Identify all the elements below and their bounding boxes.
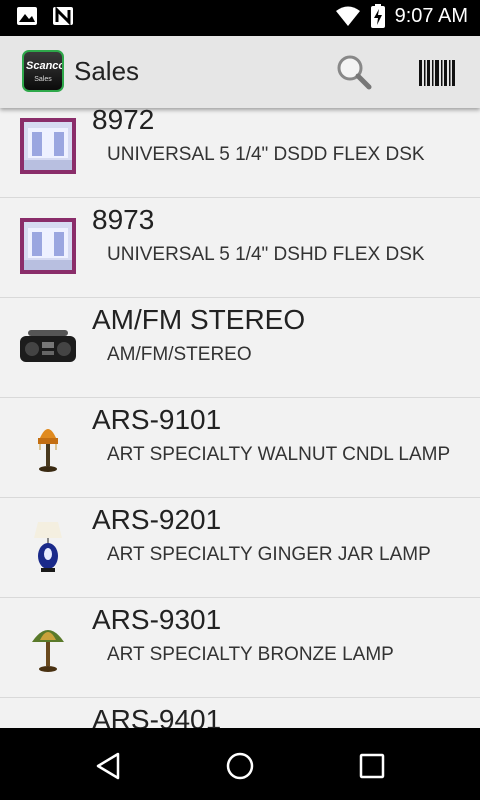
app-logo-subtext: Sales bbox=[34, 76, 52, 83]
item-code: ARS-9301 bbox=[92, 604, 222, 635]
walnut-lamp-icon bbox=[38, 429, 58, 472]
item-code: AM/FM STEREO bbox=[92, 304, 306, 335]
item-description: AM/FM/STEREO bbox=[107, 344, 252, 365]
list-item[interactable]: ARS-9301 ART SPECIALTY BRONZE LAMP bbox=[0, 598, 480, 698]
barcode-scan-button[interactable] bbox=[418, 58, 456, 88]
item-code: 8972 bbox=[92, 108, 155, 135]
item-list: 8972 UNIVERSAL 5 1/4" DSDD FLEX DSK 8973… bbox=[0, 108, 480, 728]
page-title: Sales bbox=[74, 56, 140, 86]
item-code: ARS-9401 bbox=[92, 704, 222, 728]
recents-button[interactable] bbox=[352, 746, 392, 786]
lamp-icon bbox=[20, 718, 76, 728]
list-item[interactable]: AM/FM STEREO AM/FM/STEREO bbox=[0, 298, 480, 398]
floppy-disk-icon bbox=[20, 218, 76, 274]
list-item[interactable]: 8973 UNIVERSAL 5 1/4" DSHD FLEX DSK bbox=[0, 198, 480, 298]
search-icon bbox=[337, 55, 372, 90]
home-button[interactable] bbox=[220, 746, 260, 786]
search-button[interactable] bbox=[334, 52, 374, 92]
item-description: ART SPECIALTY BRONZE LAMP bbox=[107, 644, 394, 665]
clock: 9:07 AM bbox=[394, 4, 468, 27]
item-description: UNIVERSAL 5 1/4" DSHD FLEX DSK bbox=[107, 244, 425, 265]
app-bar: Scanco Sales Sales bbox=[0, 36, 480, 108]
list-item[interactable]: 8972 UNIVERSAL 5 1/4" DSDD FLEX DSK bbox=[0, 108, 480, 198]
list-item[interactable]: ARS-9401 bbox=[0, 698, 480, 728]
boombox-icon bbox=[20, 330, 76, 362]
list-item[interactable]: ARS-9101 ART SPECIALTY WALNUT CNDL LAMP bbox=[0, 398, 480, 498]
recents-icon bbox=[359, 753, 385, 779]
n-app-icon bbox=[53, 6, 73, 26]
item-description: UNIVERSAL 5 1/4" DSDD FLEX DSK bbox=[107, 144, 425, 165]
app-logo: Scanco Sales bbox=[22, 50, 64, 92]
gallery-icon bbox=[17, 7, 37, 25]
item-code: ARS-9101 bbox=[92, 404, 222, 435]
item-description: ART SPECIALTY WALNUT CNDL LAMP bbox=[107, 444, 451, 465]
list-item[interactable]: ARS-9201 ART SPECIALTY GINGER JAR LAMP bbox=[0, 498, 480, 598]
floppy-disk-icon bbox=[20, 118, 76, 174]
item-description: ART SPECIALTY GINGER JAR LAMP bbox=[107, 544, 431, 565]
ginger-jar-lamp-icon bbox=[34, 522, 62, 572]
status-bar: 9:07 AM bbox=[0, 0, 480, 36]
home-icon bbox=[226, 752, 254, 780]
barcode-icon bbox=[419, 60, 455, 86]
item-code: 8973 bbox=[92, 204, 155, 235]
item-code: ARS-9201 bbox=[92, 504, 222, 535]
system-nav-bar bbox=[0, 728, 480, 800]
back-button[interactable] bbox=[88, 746, 128, 786]
app-logo-text: Scanco bbox=[26, 60, 64, 72]
bronze-lamp-icon bbox=[32, 630, 64, 672]
wifi-icon bbox=[335, 6, 360, 26]
back-icon bbox=[96, 752, 120, 780]
battery-charging-icon bbox=[370, 4, 385, 28]
